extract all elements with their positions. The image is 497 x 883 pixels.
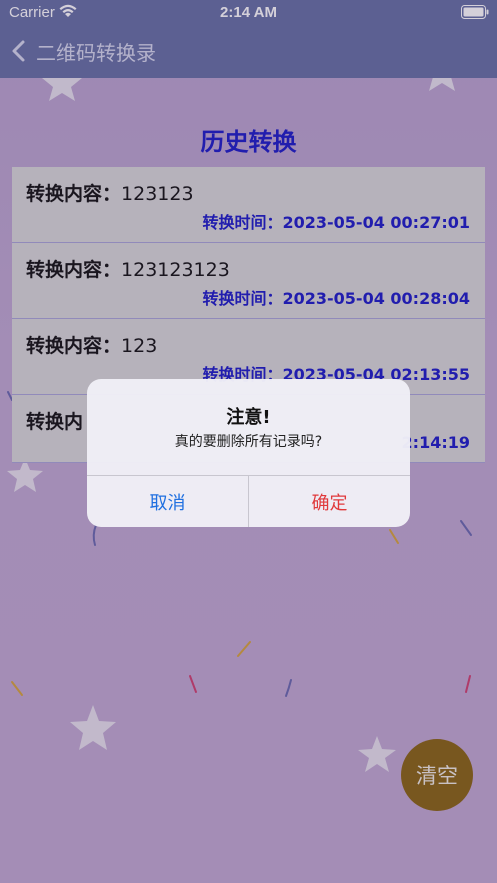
cancel-button[interactable]: 取消 [87, 476, 248, 527]
alert-message: 真的要删除所有记录吗? [174, 434, 323, 450]
alert-title: 注意! [226, 407, 271, 428]
alert-dialog: 注意! 真的要删除所有记录吗? 取消 确定 [87, 379, 410, 527]
confirm-button[interactable]: 确定 [249, 476, 410, 527]
